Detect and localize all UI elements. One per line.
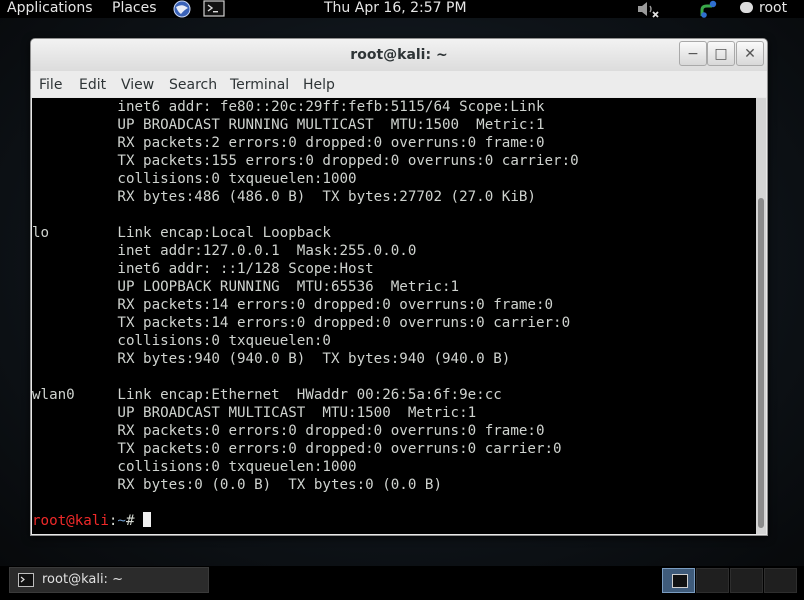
terminal-output: inet6 addr: fe80::20c:29ff:fefb:5115/64 … (32, 98, 579, 512)
terminal-icon[interactable] (203, 0, 225, 17)
menu-bar: File Edit View Search Terminal Help (31, 71, 767, 97)
chat-icon (740, 2, 753, 13)
close-button[interactable]: ✕ (736, 41, 764, 66)
top-panel: Applications Places Thu Apr 16, 2:57 PM (0, 0, 804, 18)
terminal-line: RX bytes:0 (0.0 B) TX bytes:0 (0.0 B) (32, 477, 442, 493)
terminal-icon (672, 574, 688, 588)
terminal-line: inet6 addr: fe80::20c:29ff:fefb:5115/64 … (32, 99, 545, 115)
terminal-area[interactable]: inet6 addr: fe80::20c:29ff:fefb:5115/64 … (32, 98, 756, 534)
menu-help[interactable]: Help (303, 77, 335, 93)
terminal-line: RX packets:14 errors:0 dropped:0 overrun… (32, 297, 554, 313)
window-titlebar[interactable]: root@kali: ~ − □ ✕ (31, 39, 767, 71)
terminal-scrollbar[interactable] (756, 98, 766, 534)
menu-terminal[interactable]: Terminal (230, 77, 289, 93)
terminal-line: TX packets:0 errors:0 dropped:0 overruns… (32, 441, 562, 457)
user-menu[interactable]: root (740, 0, 787, 17)
taskbar-window-label: root@kali: ~ (42, 572, 123, 587)
menu-file[interactable]: File (39, 77, 62, 93)
terminal-line: UP LOOPBACK RUNNING MTU:65536 Metric:1 (32, 279, 460, 295)
prompt-line: root@kali:~# (32, 512, 152, 530)
terminal-line: RX bytes:486 (486.0 B) TX bytes:27702 (2… (32, 189, 536, 205)
terminal-line: RX packets:0 errors:0 dropped:0 overruns… (32, 423, 545, 439)
terminal-line: TX packets:155 errors:0 dropped:0 overru… (32, 153, 579, 169)
terminal-line: collisions:0 txqueuelen:1000 (32, 459, 357, 475)
terminal-line: UP BROADCAST MULTICAST MTU:1500 Metric:1 (32, 405, 477, 421)
menu-view[interactable]: View (121, 77, 154, 93)
prompt-symbol: # (125, 513, 144, 529)
terminal-window: root@kali: ~ − □ ✕ File Edit View Search… (30, 38, 768, 536)
scrollbar-thumb[interactable] (758, 198, 764, 528)
places-menu[interactable]: Places (112, 0, 157, 17)
workspace-2[interactable] (696, 568, 729, 593)
applications-menu[interactable]: Applications (7, 0, 93, 17)
terminal-line: collisions:0 txqueuelen:1000 (32, 171, 357, 187)
terminal-line: RX bytes:940 (940.0 B) TX bytes:940 (940… (32, 351, 511, 367)
workspace-1[interactable] (662, 568, 695, 593)
network-icon[interactable] (698, 0, 720, 18)
terminal-line: wlan0 Link encap:Ethernet HWaddr 00:26:5… (32, 387, 502, 403)
terminal-line: inet addr:127.0.0.1 Mask:255.0.0.0 (32, 243, 417, 259)
workspace-4[interactable] (764, 568, 797, 593)
taskbar-window-button[interactable]: root@kali: ~ (9, 567, 209, 593)
user-name: root (759, 0, 788, 16)
terminal-line: lo Link encap:Local Loopback (32, 225, 331, 241)
menu-edit[interactable]: Edit (79, 77, 106, 93)
volume-muted-icon[interactable] (636, 0, 662, 18)
minimize-button[interactable]: − (679, 41, 707, 66)
window-title: root@kali: ~ (350, 47, 448, 63)
terminal-line: UP BROADCAST RUNNING MULTICAST MTU:1500 … (32, 117, 545, 133)
text-cursor (143, 512, 152, 527)
workspace-3[interactable] (730, 568, 763, 593)
browser-icon[interactable] (172, 0, 192, 18)
menu-search[interactable]: Search (169, 77, 217, 93)
clock[interactable]: Thu Apr 16, 2:57 PM (324, 0, 467, 17)
terminal-line: collisions:0 txqueuelen:0 (32, 333, 331, 349)
prompt-user: root@kali (32, 513, 109, 529)
terminal-icon (18, 573, 34, 587)
workspace-switcher (662, 568, 798, 593)
bottom-panel: root@kali: ~ (0, 566, 804, 600)
prompt-path: ~ (117, 513, 126, 529)
maximize-button[interactable]: □ (707, 41, 735, 66)
terminal-line: inet6 addr: ::1/128 Scope:Host (32, 261, 374, 277)
terminal-line: RX packets:2 errors:0 dropped:0 overruns… (32, 135, 545, 151)
terminal-line: TX packets:14 errors:0 dropped:0 overrun… (32, 315, 571, 331)
